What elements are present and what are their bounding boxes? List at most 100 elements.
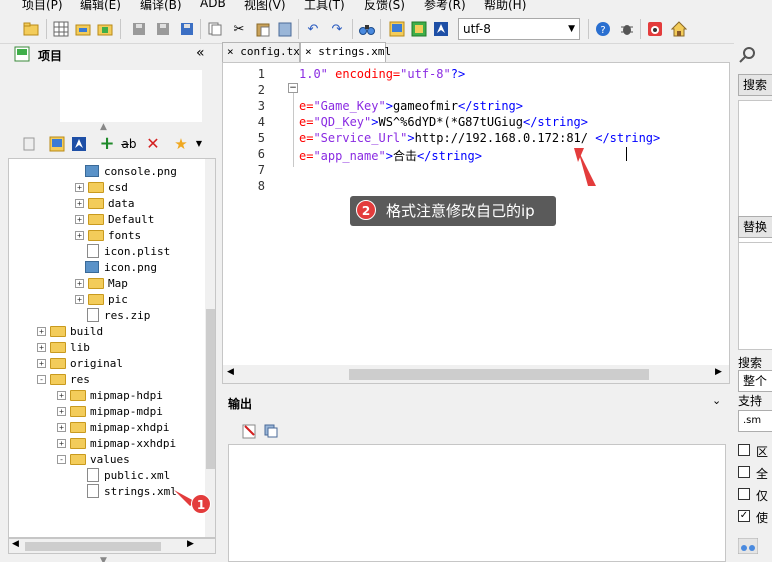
- close-icon[interactable]: ×: [227, 45, 234, 58]
- editor-horizontal-scrollbar[interactable]: ◀ ▶: [223, 365, 729, 383]
- tree-item[interactable]: + csd: [75, 179, 128, 195]
- expand-icon[interactable]: +: [75, 182, 84, 192]
- image-edit-icon[interactable]: [388, 20, 406, 38]
- grid-icon[interactable]: [52, 20, 70, 38]
- menu-edit[interactable]: 编辑(E): [80, 0, 121, 12]
- expand-icon[interactable]: +: [57, 406, 66, 416]
- close-icon[interactable]: ×: [305, 45, 312, 58]
- tree-item[interactable]: + build: [37, 323, 103, 339]
- find-icon[interactable]: [358, 20, 376, 38]
- delete-icon[interactable]: ✕: [144, 135, 162, 153]
- copy-file-icon[interactable]: [206, 20, 224, 38]
- expand-icon[interactable]: +: [75, 198, 84, 208]
- package-icon[interactable]: [410, 20, 428, 38]
- tree-item[interactable]: - values: [57, 451, 130, 467]
- editor-hscroll-thumb[interactable]: [349, 369, 649, 380]
- tree-horizontal-scrollbar[interactable]: ◀ ▶: [8, 538, 216, 554]
- file-type-select[interactable]: .sm: [738, 410, 772, 432]
- collapse-icon[interactable]: -: [37, 374, 46, 384]
- tree-item[interactable]: + pic: [75, 291, 128, 307]
- save-as-icon[interactable]: [178, 20, 196, 38]
- expand-icon[interactable]: +: [57, 390, 66, 400]
- new-file-icon[interactable]: [20, 135, 38, 153]
- expand-icon[interactable]: +: [37, 358, 46, 368]
- clipboard-icon[interactable]: [276, 20, 294, 38]
- tree-item[interactable]: + Default: [75, 211, 154, 227]
- replace-input[interactable]: [738, 242, 772, 350]
- expand-icon[interactable]: +: [75, 214, 84, 224]
- bug-icon[interactable]: [618, 20, 636, 38]
- menu-view[interactable]: 视图(V): [244, 0, 286, 12]
- option-checkbox[interactable]: [738, 444, 750, 456]
- menu-feedback[interactable]: 反馈(S): [364, 0, 405, 12]
- menu-help[interactable]: 帮助(H): [484, 0, 526, 12]
- tree-item[interactable]: res.zip: [85, 307, 150, 323]
- copy-output-icon[interactable]: [262, 422, 280, 440]
- tree-item[interactable]: + mipmap-xhdpi: [57, 419, 169, 435]
- collapse-panel-button[interactable]: «: [196, 45, 205, 61]
- tab-strings-xml[interactable]: × strings.xml: [300, 42, 391, 62]
- image-edit-icon[interactable]: [48, 135, 66, 153]
- tree-item[interactable]: + fonts: [75, 227, 141, 243]
- cut-icon[interactable]: ✂: [230, 20, 248, 38]
- fold-toggle-icon[interactable]: −: [288, 83, 298, 93]
- home-icon[interactable]: [670, 20, 688, 38]
- expand-icon[interactable]: +: [37, 326, 46, 336]
- search-button[interactable]: 搜索: [738, 74, 772, 96]
- clear-output-icon[interactable]: [240, 422, 258, 440]
- scroll-right-icon[interactable]: ▶: [715, 367, 722, 377]
- tree-item[interactable]: icon.png: [85, 259, 157, 275]
- star-icon[interactable]: ★: [172, 135, 190, 153]
- splitter-grip[interactable]: ▲: [100, 122, 107, 132]
- expand-icon[interactable]: +: [75, 278, 84, 288]
- find-icon[interactable]: [737, 537, 759, 557]
- paste-icon[interactable]: [254, 20, 272, 38]
- expand-icon[interactable]: +: [75, 230, 84, 240]
- tree-item[interactable]: + mipmap-xxhdpi: [57, 435, 176, 451]
- tree-item[interactable]: + data: [75, 195, 135, 211]
- expand-icon[interactable]: +: [57, 438, 66, 448]
- search-scope-select[interactable]: 整个: [738, 370, 772, 392]
- collapse-output-button[interactable]: ⌄: [712, 394, 721, 407]
- tab-config-txt[interactable]: × config.txt: [222, 42, 306, 62]
- expand-icon[interactable]: +: [75, 294, 84, 304]
- tree-item[interactable]: + Map: [75, 275, 128, 291]
- folder-tree-icon[interactable]: [74, 20, 92, 38]
- tree-item[interactable]: console.png: [85, 163, 177, 179]
- add-icon[interactable]: +: [98, 135, 116, 153]
- tree-item[interactable]: icon.plist: [85, 243, 170, 259]
- undo-icon[interactable]: ↶: [304, 20, 322, 38]
- scroll-left-icon[interactable]: ◀: [12, 539, 19, 549]
- tree-item[interactable]: strings.xml: [85, 483, 177, 499]
- tree-item[interactable]: + original: [37, 355, 123, 371]
- menu-adb[interactable]: ADB: [200, 0, 226, 10]
- tree-scroll-thumb[interactable]: [206, 309, 215, 469]
- weibo-icon[interactable]: [646, 20, 664, 38]
- output-text-area[interactable]: [228, 444, 726, 562]
- tree-item[interactable]: + mipmap-mdpi: [57, 403, 163, 419]
- splitter-grip[interactable]: ▼: [100, 556, 107, 562]
- option-checkbox[interactable]: [738, 488, 750, 500]
- tree-item[interactable]: + mipmap-hdpi: [57, 387, 163, 403]
- compass-icon[interactable]: [70, 135, 88, 153]
- save-all-icon[interactable]: [154, 20, 172, 38]
- folder-export-icon[interactable]: [96, 20, 114, 38]
- scroll-right-icon[interactable]: ▶: [187, 539, 194, 549]
- help-icon[interactable]: ?: [594, 20, 612, 38]
- save-icon[interactable]: [130, 20, 148, 38]
- tree-item[interactable]: + lib: [37, 339, 90, 355]
- tree-hscroll-thumb[interactable]: [25, 542, 161, 551]
- tree-item[interactable]: public.xml: [85, 467, 170, 483]
- menu-tools[interactable]: 工具(T): [304, 0, 345, 12]
- open-folder-icon[interactable]: [22, 20, 40, 38]
- menu-build[interactable]: 编译(B): [140, 0, 182, 12]
- menu-project[interactable]: 项目(P): [22, 0, 63, 12]
- option-checkbox[interactable]: ✓: [738, 510, 750, 522]
- compass-icon[interactable]: [432, 20, 450, 38]
- expand-icon[interactable]: +: [37, 342, 46, 352]
- tree-item[interactable]: - res: [37, 371, 90, 387]
- option-checkbox[interactable]: [738, 466, 750, 478]
- rename-icon[interactable]: a̶b: [120, 135, 138, 153]
- collapse-icon[interactable]: -: [57, 454, 66, 464]
- expand-icon[interactable]: +: [57, 422, 66, 432]
